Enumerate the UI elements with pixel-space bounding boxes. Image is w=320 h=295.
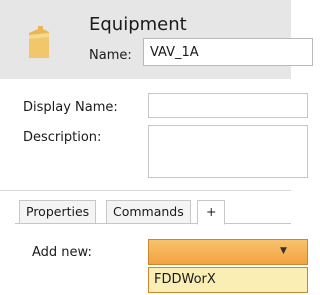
description-input[interactable] [148, 125, 308, 178]
tab-properties[interactable]: Properties [19, 200, 97, 224]
display-name-input[interactable] [148, 93, 308, 118]
add-new-select[interactable]: ▼ [148, 239, 308, 265]
section-divider [0, 190, 291, 191]
add-new-label: Add new: [32, 245, 92, 260]
folder-icon [29, 26, 49, 58]
tab-add[interactable]: + [197, 200, 226, 225]
tab-commands[interactable]: Commands [106, 200, 191, 224]
description-label: Description: [23, 130, 102, 145]
page-title: Equipment [89, 14, 187, 35]
name-input[interactable] [143, 38, 313, 66]
chevron-down-icon[interactable]: ▼ [280, 246, 287, 256]
header-panel: Equipment Name: [0, 0, 313, 79]
display-name-label: Display Name: [23, 100, 118, 115]
name-label: Name: [89, 48, 132, 63]
dropdown-option-fddworx[interactable]: FDDWorX [148, 267, 308, 293]
